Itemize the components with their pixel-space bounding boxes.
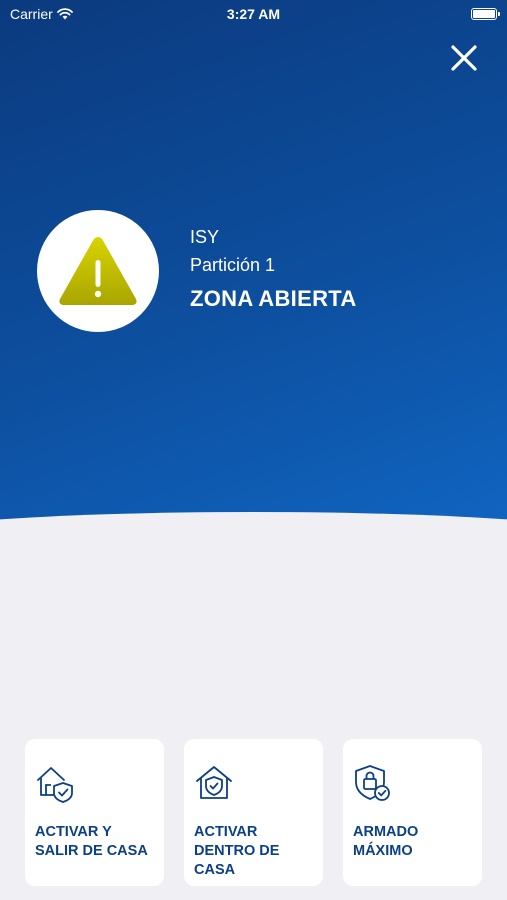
alert-header: Carrier 3:27 AM ISY Partición 1 ZONA ABI… xyxy=(0,0,507,540)
warning-badge xyxy=(37,210,159,332)
alert-info: ISY Partición 1 ZONA ABIERTA xyxy=(190,226,357,312)
warning-icon xyxy=(59,237,137,305)
arming-actions: ACTIVAR Y SALIR DE CASA ACTIVAR DENTRO D… xyxy=(25,739,483,886)
house-shield-icon xyxy=(37,767,73,803)
arm-away-button[interactable]: ACTIVAR Y SALIR DE CASA xyxy=(25,739,164,886)
arm-stay-label: ACTIVAR DENTRO DE CASA xyxy=(194,824,280,878)
lock-shield-icon xyxy=(355,765,390,801)
close-button[interactable] xyxy=(446,40,482,76)
status-bar: Carrier 3:27 AM xyxy=(0,0,507,28)
alert-status: ZONA ABIERTA xyxy=(190,286,357,311)
system-name: ISY xyxy=(190,227,220,247)
status-time: 3:27 AM xyxy=(226,6,281,22)
arm-away-label: ACTIVAR Y SALIR DE CASA xyxy=(35,824,148,859)
battery-icon xyxy=(471,8,500,20)
house-shield-inside-icon xyxy=(196,766,232,799)
partition-name: Partición 1 xyxy=(190,255,276,275)
max-arm-button[interactable]: ARMADO MÁXIMO xyxy=(343,739,482,886)
max-arm-label: ARMADO MÁXIMO xyxy=(353,824,419,859)
header-curve xyxy=(0,512,507,540)
arm-stay-button[interactable]: ACTIVAR DENTRO DE CASA xyxy=(184,739,323,886)
close-icon xyxy=(451,45,477,71)
